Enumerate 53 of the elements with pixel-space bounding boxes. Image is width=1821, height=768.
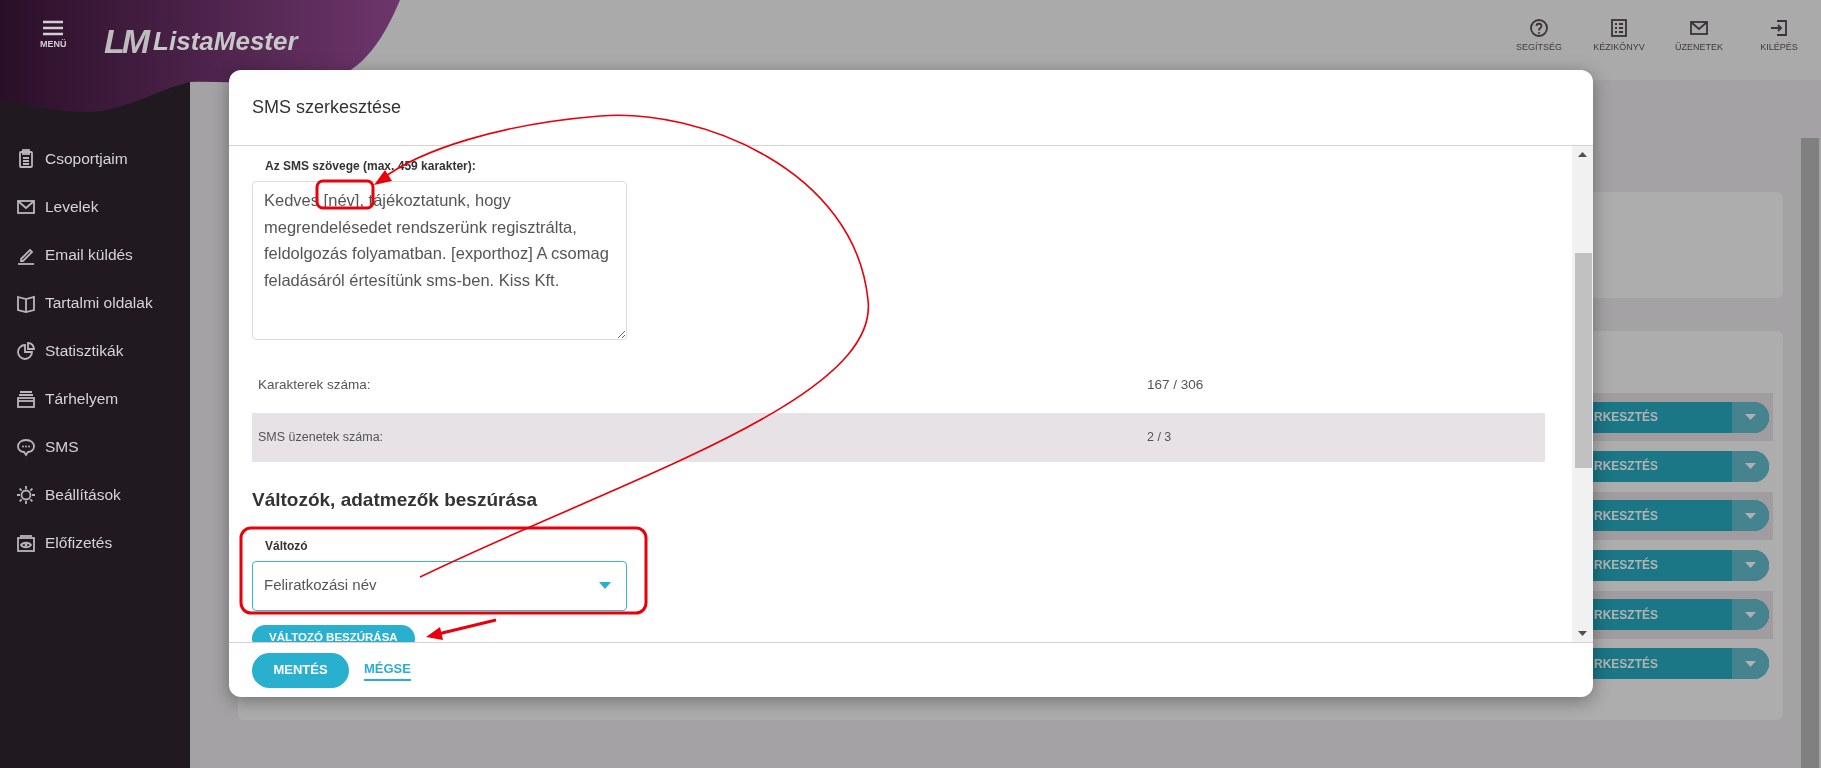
envelope-icon[interactable] bbox=[1689, 18, 1709, 38]
scroll-down-icon[interactable] bbox=[1578, 631, 1587, 636]
caret-icon bbox=[1745, 660, 1756, 667]
stat-value: 167 / 306 bbox=[1147, 376, 1205, 395]
logout-icon[interactable] bbox=[1769, 18, 1789, 38]
help-icon[interactable] bbox=[1529, 18, 1549, 38]
header-link[interactable]: KÉZIKÖNYV bbox=[1593, 41, 1645, 55]
scrollbar[interactable] bbox=[1572, 146, 1593, 642]
insert-button[interactable]: VÁLTOZÓ BESZÚRÁSA bbox=[252, 624, 415, 642]
sidebar-item[interactable]: SMS bbox=[45, 435, 79, 459]
cancel-link[interactable]: MÉGSE bbox=[364, 658, 411, 682]
field-label: Változó bbox=[264, 537, 309, 555]
menu-label[interactable]: MENÜ bbox=[40, 38, 67, 52]
sidebar-item[interactable]: Levelek bbox=[45, 195, 99, 219]
annotation-arrow bbox=[426, 618, 497, 640]
eye-icon bbox=[16, 533, 36, 553]
tray-icon bbox=[16, 389, 36, 409]
pie-chart-icon bbox=[16, 341, 36, 361]
sidebar-item[interactable]: Előfizetés bbox=[45, 531, 113, 555]
header-link[interactable]: ÜZENETEK bbox=[1675, 41, 1723, 55]
dropdown[interactable]: Feliratkozási név bbox=[252, 560, 627, 611]
menu-icon[interactable] bbox=[42, 20, 65, 36]
caret-icon bbox=[1745, 611, 1756, 618]
caret-icon bbox=[1745, 562, 1756, 569]
sidebar-item[interactable]: Statisztikák bbox=[45, 339, 124, 363]
caret-icon bbox=[1745, 512, 1756, 519]
section-heading: Változók, adatmezők beszúrása bbox=[252, 488, 539, 512]
sidebar-item[interactable]: Tartalmi oldalak bbox=[45, 291, 153, 315]
save-button[interactable]: MENTÉS bbox=[252, 652, 349, 688]
chat-bubble-icon bbox=[16, 437, 36, 457]
scroll-up-icon[interactable] bbox=[1578, 152, 1587, 157]
book-icon bbox=[16, 293, 36, 313]
sidebar-item[interactable]: Email küldés bbox=[45, 243, 133, 267]
header-link[interactable]: SEGÍTSÉG bbox=[1516, 41, 1562, 55]
settings-icon bbox=[16, 485, 36, 505]
field-label: Az SMS szövege (max. 459 karakter): bbox=[264, 158, 477, 175]
sidebar-item[interactable]: Beállítások bbox=[45, 483, 121, 507]
stat-label: Karakterek száma: bbox=[258, 376, 372, 395]
scroll-thumb[interactable] bbox=[1575, 253, 1592, 468]
caret-icon bbox=[1745, 414, 1756, 420]
sidebar-item[interactable]: Csoportjaim bbox=[45, 147, 128, 171]
caret-icon bbox=[1745, 463, 1756, 470]
logo-mark: LM bbox=[104, 24, 148, 58]
scrollbar[interactable] bbox=[1801, 138, 1819, 768]
clipboard-icon bbox=[16, 149, 36, 169]
modal-title: SMS szerkesztése bbox=[252, 96, 402, 119]
list-icon[interactable] bbox=[1609, 18, 1629, 38]
logo: ListaMester bbox=[153, 28, 298, 54]
stat-value: 2 / 3 bbox=[1147, 429, 1173, 447]
envelope-icon bbox=[16, 197, 36, 217]
sidebar-item[interactable]: Tárhelyem bbox=[45, 387, 119, 411]
header-link[interactable]: KILÉPÉS bbox=[1760, 41, 1798, 55]
stat-label: SMS üzenetek száma: bbox=[258, 429, 385, 447]
